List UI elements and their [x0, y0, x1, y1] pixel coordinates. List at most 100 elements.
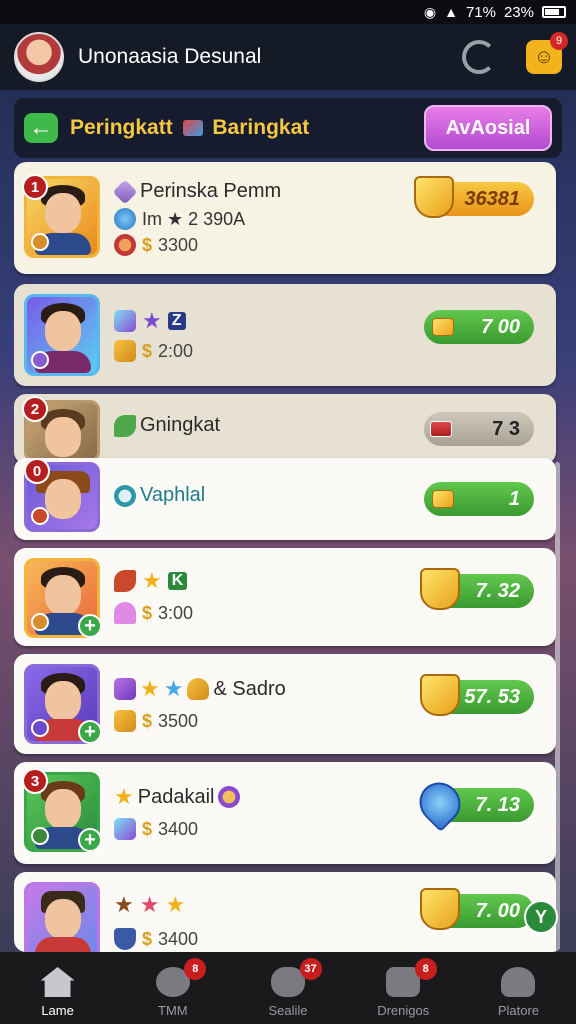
- player-subtitle: Im ★ 2 390A: [142, 208, 246, 229]
- score-pill: 7. 32: [420, 568, 534, 610]
- trophy-icon: [187, 678, 210, 700]
- title-left: Peringkatt: [70, 116, 173, 139]
- row-line-3: $ 3300: [114, 234, 198, 256]
- nav-tmm[interactable]: 8 TMM: [115, 952, 230, 1024]
- profile-icon: [501, 967, 536, 997]
- star-icon: ★: [165, 892, 186, 917]
- leaderboard-row[interactable]: + ★ ★ & Sadro $ 3500 57. 53: [14, 654, 556, 754]
- player-score: 7. 13: [475, 793, 520, 816]
- nav-platore[interactable]: Platore: [461, 952, 576, 1024]
- leaderboard-row[interactable]: + ★ K $ 3:00 7. 32: [14, 548, 556, 646]
- coin-icon: $: [142, 818, 153, 839]
- rank-badge: 1: [22, 174, 48, 200]
- signal-icon: ▲: [444, 4, 458, 20]
- avatar[interactable]: [14, 32, 64, 82]
- add-friend-button[interactable]: +: [78, 720, 102, 744]
- emblem-icon: [31, 827, 49, 845]
- portrait-face: [45, 193, 81, 233]
- action-button[interactable]: AvAosial: [424, 105, 552, 151]
- row-line-3: $ 3:00: [114, 602, 193, 624]
- portrait-face: [45, 575, 81, 615]
- rank-badge: 3: [22, 768, 48, 794]
- portrait-face: [45, 899, 81, 939]
- star-icon: ★: [163, 676, 184, 701]
- ring-icon: [114, 234, 136, 256]
- rank-badge: 2: [22, 396, 48, 422]
- tag-letter: K: [167, 572, 188, 590]
- player-portrait: [24, 882, 100, 952]
- nav-sealile[interactable]: 37 Sealile: [230, 952, 345, 1024]
- back-button[interactable]: ←: [24, 113, 58, 143]
- portrait-face: [45, 789, 81, 829]
- smile-icon: ☺: [533, 45, 555, 68]
- medal-icon: [218, 786, 241, 808]
- row-line-2: Im ★ 2 390A: [114, 208, 245, 230]
- bottom-nav: Lame 8 TMM 37 Sealile 8 Drenigos Platore: [0, 952, 576, 1024]
- player-name: & Sadro: [213, 677, 286, 700]
- leaderboard-row[interactable]: 2 Gningkat 7 3: [14, 394, 556, 464]
- score-pill: 57. 53: [420, 674, 534, 716]
- shield-icon: [420, 568, 460, 610]
- mail-button[interactable]: ☺ 9: [526, 32, 568, 74]
- player-name: Padakail: [137, 785, 215, 808]
- drop-icon: [411, 774, 469, 832]
- mail-badge: 9: [550, 32, 568, 50]
- player-coins: 3400: [158, 928, 199, 949]
- emblem-icon: [31, 233, 49, 251]
- leaderboard-row[interactable]: 1 Perinska Pemm Im ★ 2 390A $ 3300 36381: [14, 162, 556, 274]
- globe-icon: [114, 208, 136, 230]
- scroll-icon: [114, 310, 136, 332]
- row-line-1: Gningkat: [114, 414, 220, 437]
- battery-icon: [542, 6, 566, 18]
- shield-icon: [420, 888, 460, 930]
- nav-drenigos[interactable]: 8 Drenigos: [346, 952, 461, 1024]
- home-icon: [40, 967, 75, 997]
- wifi-icon: ◉: [423, 3, 437, 20]
- player-coins: 3:00: [158, 602, 194, 623]
- leaderboard-row[interactable]: ★ ★ ★ $ 3400 7. 00: [14, 872, 556, 952]
- add-friend-button[interactable]: +: [78, 614, 102, 638]
- nav-label: Lame: [41, 1003, 74, 1018]
- flag-icon: [182, 120, 203, 136]
- player-score: 7 00: [481, 315, 520, 338]
- player-score: 36381: [464, 187, 520, 210]
- player-coins: 3400: [158, 818, 199, 839]
- battery-text: 23%: [503, 3, 534, 21]
- add-friend-button[interactable]: +: [78, 828, 102, 852]
- title-right: Baringkat: [212, 116, 310, 139]
- refresh-icon[interactable]: [462, 40, 496, 74]
- scrollbar[interactable]: [555, 462, 560, 952]
- coin-icon: $: [142, 710, 153, 731]
- coin-icon: $: [142, 602, 153, 623]
- row-line-1: ★ ★ & Sadro: [114, 676, 286, 702]
- rank-badge: 0: [24, 458, 50, 484]
- leaderboard-list[interactable]: 1 Perinska Pemm Im ★ 2 390A $ 3300 36381: [14, 162, 564, 952]
- leaderboard-row[interactable]: 3 + ★ Padakail $ 3400 7. 13: [14, 762, 556, 864]
- nav-label: TMM: [158, 1003, 188, 1018]
- card-icon: [114, 710, 136, 732]
- row-line-1: ★ Padakail: [114, 784, 241, 810]
- player-score: 7. 00: [475, 899, 520, 922]
- nav-badge: 8: [184, 958, 207, 980]
- star-icon: ★: [114, 892, 134, 917]
- score-pill: 7. 00: [420, 888, 534, 930]
- leaderboard-row[interactable]: ★ Z $ 2:00 7 00: [14, 284, 556, 386]
- fab-button[interactable]: Y: [524, 900, 558, 934]
- emblem-icon: [31, 507, 49, 525]
- score-pill: 1: [424, 482, 534, 516]
- gem-icon: [112, 179, 138, 204]
- leaderboard-title: Peringkatt Baringkat: [70, 116, 424, 140]
- coin-badge-icon: [432, 490, 454, 508]
- shield-icon: [414, 176, 454, 218]
- player-score: 7 3: [492, 417, 520, 440]
- nav-home[interactable]: Lame: [0, 952, 115, 1024]
- row-line-3: $ 3500: [114, 710, 198, 732]
- header-title: Unonaasia Desunal: [78, 45, 262, 68]
- player-name: Vaphlal: [140, 484, 206, 506]
- scroll-icon: [114, 678, 136, 700]
- portrait-face: [45, 479, 81, 519]
- flag-icon: [430, 421, 452, 437]
- nav-label: Sealile: [268, 1003, 308, 1018]
- player-name: Gningkat: [140, 414, 221, 436]
- leaderboard-row[interactable]: 0 Vaphlal 1: [14, 458, 556, 540]
